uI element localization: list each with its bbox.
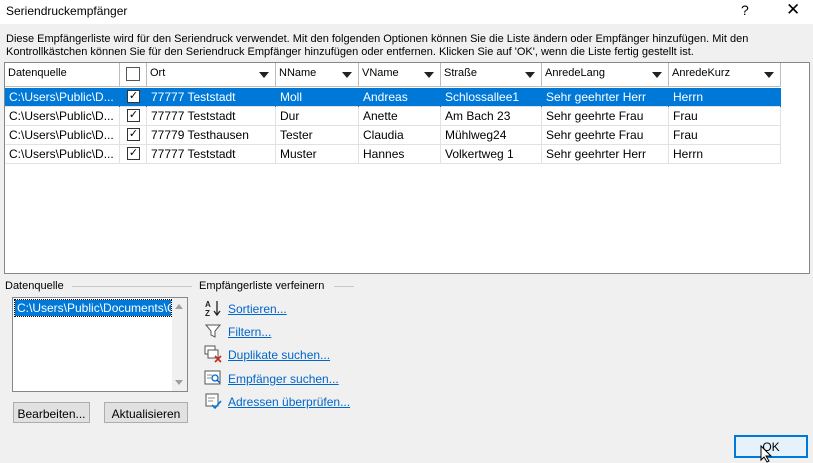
cell-nname: Moll [276, 88, 359, 107]
recipient-checkbox[interactable]: ✓ [127, 128, 140, 141]
chevron-down-icon[interactable] [764, 72, 774, 78]
recipient-checkbox[interactable]: ✓ [127, 147, 140, 160]
datasource-item[interactable]: C:\Users\Public\Documents\C... [14, 299, 172, 317]
cell-anredekurz: Herrn [669, 145, 781, 164]
column-header-checkbox[interactable] [120, 63, 147, 87]
window-title: Seriendruckempfänger [6, 4, 128, 18]
sort-link[interactable]: Sortieren... [228, 302, 287, 316]
recipient-checkbox[interactable]: ✓ [127, 90, 140, 103]
refine-divider [334, 286, 354, 287]
scroll-down-icon[interactable] [175, 380, 183, 385]
cell-checkbox: ✓ [120, 145, 147, 164]
table-row[interactable]: C:\Users\Public\D... ✓ 77779 Testhausen … [5, 126, 781, 145]
cell-anredekurz: Frau [669, 107, 781, 126]
cell-datenquelle: C:\Users\Public\D... [5, 145, 120, 164]
validate-addresses-icon [205, 393, 222, 410]
select-all-checkbox[interactable] [126, 67, 140, 81]
chevron-down-icon[interactable] [424, 72, 434, 78]
svg-text:A: A [205, 300, 211, 309]
cell-vname: Anette [359, 107, 441, 126]
cell-ort: 77777 Teststadt [147, 145, 276, 164]
validate-addresses-link[interactable]: Adressen überprüfen... [228, 395, 350, 409]
recipient-grid[interactable]: Datenquelle Ort NName VName Straße Anred… [4, 62, 810, 274]
sort-az-icon: A Z [205, 300, 221, 317]
datasource-label: Datenquelle [5, 280, 64, 292]
cell-vname: Claudia [359, 126, 441, 145]
find-recipient-icon [204, 370, 221, 385]
column-header-datenquelle[interactable]: Datenquelle [5, 63, 120, 87]
cell-strasse: Schlossallee1 [441, 88, 542, 107]
cell-checkbox: ✓ [120, 88, 147, 107]
column-header-anredelang[interactable]: AnredeLang [542, 63, 669, 87]
cell-anredekurz: Frau [669, 126, 781, 145]
cell-ort: 77777 Teststadt [147, 107, 276, 126]
help-button[interactable]: ? [741, 2, 749, 18]
svg-text:Z: Z [205, 309, 210, 317]
cell-datenquelle: C:\Users\Public\D... [5, 126, 120, 145]
refine-label: Empfängerliste verfeinern [199, 280, 325, 292]
find-duplicates-icon [204, 345, 222, 363]
cell-nname: Muster [276, 145, 359, 164]
cell-vname: Andreas [359, 88, 441, 107]
scroll-up-icon[interactable] [175, 304, 183, 309]
table-row[interactable]: C:\Users\Public\D... ✓ 77777 Teststadt M… [5, 145, 781, 164]
cell-datenquelle: C:\Users\Public\D... [5, 88, 120, 107]
cell-ort: 77777 Teststadt [147, 88, 276, 107]
cell-anredelang: Sehr geehrte Frau [542, 126, 669, 145]
cell-nname: Tester [276, 126, 359, 145]
scrollbar[interactable] [172, 298, 187, 391]
find-recipient-link[interactable]: Empfänger suchen... [228, 372, 339, 386]
mouse-cursor-icon [760, 445, 773, 463]
chevron-down-icon[interactable] [259, 72, 269, 78]
chevron-down-icon[interactable] [525, 72, 535, 78]
cell-strasse: Mühlweg24 [441, 126, 542, 145]
table-row[interactable]: C:\Users\Public\D... ✓ 77777 Teststadt M… [5, 88, 781, 107]
cell-vname: Hannes [359, 145, 441, 164]
cell-datenquelle: C:\Users\Public\D... [5, 107, 120, 126]
datasource-divider [72, 286, 192, 287]
column-header-anredekurz[interactable]: AnredeKurz [669, 63, 781, 87]
column-header-strasse[interactable]: Straße [441, 63, 542, 87]
recipient-checkbox[interactable]: ✓ [127, 109, 140, 122]
table-row[interactable]: C:\Users\Public\D... ✓ 77777 Teststadt D… [5, 107, 781, 126]
cell-strasse: Volkertweg 1 [441, 145, 542, 164]
cell-strasse: Am Bach 23 [441, 107, 542, 126]
close-button[interactable]: ✕ [786, 0, 800, 20]
filter-link[interactable]: Filtern... [228, 325, 271, 339]
filter-icon [204, 324, 222, 338]
edit-button[interactable]: Bearbeiten... [13, 402, 90, 423]
chevron-down-icon[interactable] [342, 72, 352, 78]
cell-checkbox: ✓ [120, 126, 147, 145]
cell-ort: 77779 Testhausen [147, 126, 276, 145]
column-header-ort[interactable]: Ort [147, 63, 276, 87]
chevron-down-icon[interactable] [652, 72, 662, 78]
find-duplicates-link[interactable]: Duplikate suchen... [228, 348, 330, 362]
datasource-listbox[interactable]: C:\Users\Public\Documents\C... [12, 297, 188, 392]
cell-anredekurz: Herrn [669, 88, 781, 107]
cell-nname: Dur [276, 107, 359, 126]
description-text: Diese Empfängerliste wird für den Serien… [6, 33, 749, 58]
cell-anredelang: Sehr geehrte Frau [542, 107, 669, 126]
cell-checkbox: ✓ [120, 107, 147, 126]
grid-header: Datenquelle Ort NName VName Straße Anred… [5, 63, 781, 87]
column-header-nname[interactable]: NName [276, 63, 359, 87]
cell-anredelang: Sehr geehrter Herr [542, 145, 669, 164]
title-bar: Seriendruckempfänger ? ✕ [0, 0, 813, 24]
column-header-vname[interactable]: VName [359, 63, 441, 87]
refresh-button[interactable]: Aktualisieren [104, 402, 188, 423]
cell-anredelang: Sehr geehrter Herr [542, 88, 669, 107]
